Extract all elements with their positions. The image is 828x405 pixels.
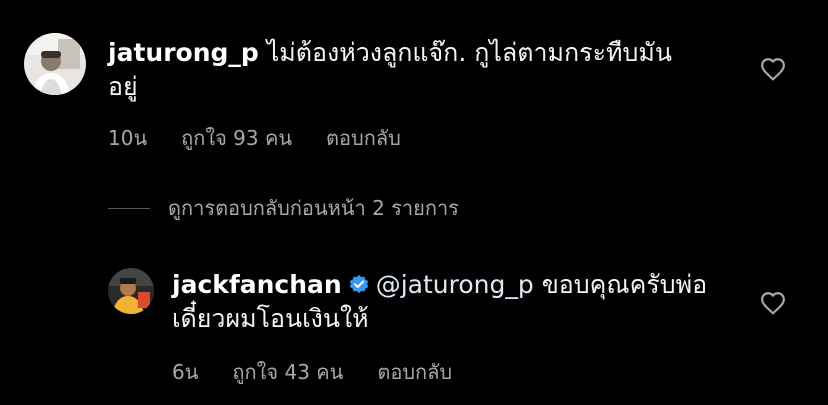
reply-time: 6น <box>172 360 199 384</box>
view-replies-label: ดูการตอบกลับก่อนหน้า 2 รายการ <box>168 196 459 220</box>
commenter-avatar[interactable] <box>24 33 86 95</box>
reply-text-line1: ขอบคุณครับพ่อ <box>533 270 708 299</box>
replies-divider-line <box>108 207 150 209</box>
user-avatar-photo <box>24 33 86 95</box>
reply-meta: 6น ถูกใจ 43 คน ตอบกลับ <box>172 356 452 388</box>
reply-mention-link[interactable]: @jaturong_p <box>376 270 534 299</box>
heart-outline-icon[interactable] <box>760 57 786 81</box>
reply-likes[interactable]: ถูกใจ 43 คน <box>232 356 343 388</box>
comment-reply-button[interactable]: ตอบกลับ <box>326 122 401 154</box>
heart-outline-icon[interactable] <box>760 291 786 315</box>
view-previous-replies[interactable]: ดูการตอบกลับก่อนหน้า 2 รายการ <box>108 192 459 224</box>
comment-body: jaturong_p ไม่ต้องห่วงลูกแจ๊ก. กูไล่ตามก… <box>108 36 738 104</box>
reply-text-line2: เดี๋ยวผมโอนเงินให้ <box>172 304 369 333</box>
comment-text-line2: อยู่ <box>108 72 138 101</box>
verified-badge-icon <box>349 274 368 294</box>
comment-likes[interactable]: ถูกใจ 93 คน <box>181 122 292 154</box>
reply-avatar[interactable] <box>108 268 154 314</box>
comment-time: 10น <box>108 126 148 150</box>
user-avatar-photo <box>108 268 154 314</box>
reply-username[interactable]: jackfanchan <box>172 270 342 299</box>
reply-reply-button[interactable]: ตอบกลับ <box>377 356 452 388</box>
comment-text-line1: ไม่ต้องห่วงลูกแจ๊ก. กูไล่ตามกระทืบมัน <box>266 38 672 67</box>
comment-username[interactable]: jaturong_p <box>108 38 259 67</box>
comment-meta: 10น ถูกใจ 93 คน ตอบกลับ <box>108 122 401 154</box>
reply-body: jackfanchan @jaturong_p ขอบคุณครับพ่อ เด… <box>172 268 752 336</box>
